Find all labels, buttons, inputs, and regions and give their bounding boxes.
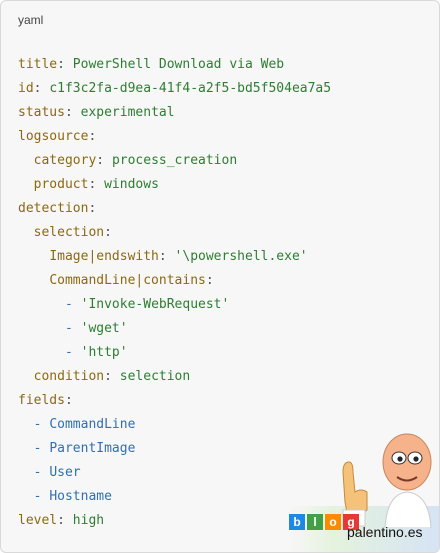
yaml-value: process_creation [111, 153, 238, 168]
code-line: id: c1f3c2fa-d9ea-41f4-a2f5-bd5f504ea7a5 [18, 77, 331, 101]
yaml-list-item: - [64, 321, 81, 336]
yaml-list-item: CommandLine [49, 417, 136, 432]
yaml-punctuation: : [88, 201, 97, 216]
yaml-key: CommandLine|contains [49, 273, 206, 288]
blog-badge-letter: o [325, 514, 341, 530]
yaml-punctuation: : [158, 249, 175, 264]
yaml-key: product [33, 177, 89, 192]
yaml-value: 'http' [80, 345, 128, 360]
yaml-key: selection [33, 225, 105, 240]
yaml-list-item: - [64, 297, 81, 312]
code-line: CommandLine|contains: [18, 269, 331, 293]
yaml-punctuation: : [104, 369, 120, 384]
code-line: fields: [18, 389, 331, 413]
yaml-key: logsource [18, 129, 89, 144]
yaml-punctuation: : [64, 393, 73, 408]
yaml-key: Image|endswith [49, 249, 159, 264]
code-line: title: PowerShell Download via Web [18, 53, 331, 77]
code-content[interactable]: title: PowerShell Download via Web id: c1… [18, 53, 331, 533]
yaml-punctuation: : [33, 81, 50, 96]
watermark-text: palentino.es [347, 524, 423, 540]
code-line: - CommandLine [18, 413, 331, 437]
language-label: yaml [18, 13, 44, 27]
code-line: Image|endswith: '\powershell.exe' [18, 245, 331, 269]
yaml-value: windows [104, 177, 159, 192]
code-block: yaml title: PowerShell Download via Web i… [0, 0, 440, 553]
yaml-key: level [18, 513, 58, 528]
code-line: category: process_creation [18, 149, 331, 173]
code-line: product: windows [18, 173, 331, 197]
code-line: level: high [18, 509, 331, 533]
yaml-punctuation: : [96, 153, 112, 168]
yaml-punctuation: : [104, 225, 112, 240]
yaml-list-item: User [49, 465, 81, 480]
code-line: status: experimental [18, 101, 331, 125]
code-line: - 'Invoke-WebRequest' [18, 293, 331, 317]
yaml-value: experimental [80, 105, 175, 120]
code-line: selection: [18, 221, 331, 245]
code-line: - User [18, 461, 331, 485]
yaml-key: id [18, 81, 34, 96]
yaml-value: 'Invoke-WebRequest' [80, 297, 230, 312]
blog-badge-letter: l [307, 514, 323, 530]
yaml-punctuation: : [57, 513, 73, 528]
yaml-value: high [72, 513, 105, 528]
code-line: detection: [18, 197, 331, 221]
yaml-list-item: ParentImage [49, 441, 136, 456]
yaml-value: selection [119, 369, 191, 384]
yaml-list-item: - [33, 417, 50, 432]
blog-watermark: blog palentino.es [289, 432, 439, 552]
yaml-key: title [18, 57, 58, 72]
yaml-key: status [18, 105, 65, 120]
yaml-key: condition [33, 369, 105, 384]
yaml-key: category [33, 153, 97, 168]
yaml-value: c1f3c2fa-d9ea-41f4-a2f5-bd5f504ea7a5 [49, 81, 332, 96]
yaml-value: PowerShell Download via Web [72, 57, 285, 72]
yaml-value: 'wget' [80, 321, 128, 336]
yaml-punctuation: : [64, 105, 81, 120]
yaml-list-item: Hostname [49, 489, 112, 504]
code-line: - Hostname [18, 485, 331, 509]
yaml-punctuation: : [88, 129, 97, 144]
code-line: condition: selection [18, 365, 331, 389]
code-line: - 'wget' [18, 317, 331, 341]
yaml-key: detection [18, 201, 89, 216]
yaml-list-item: - [33, 465, 50, 480]
yaml-punctuation: : [205, 273, 214, 288]
yaml-list-item: - [33, 489, 50, 504]
yaml-punctuation: : [88, 177, 105, 192]
blog-badge-letter: b [289, 514, 305, 530]
yaml-list-item: - [33, 441, 50, 456]
yaml-list-item: - [64, 345, 81, 360]
yaml-punctuation: : [57, 57, 73, 72]
code-line: - ParentImage [18, 437, 331, 461]
yaml-key: fields [18, 393, 65, 408]
code-line: logsource: [18, 125, 331, 149]
yaml-value: '\powershell.exe' [174, 249, 308, 264]
code-line: - 'http' [18, 341, 331, 365]
